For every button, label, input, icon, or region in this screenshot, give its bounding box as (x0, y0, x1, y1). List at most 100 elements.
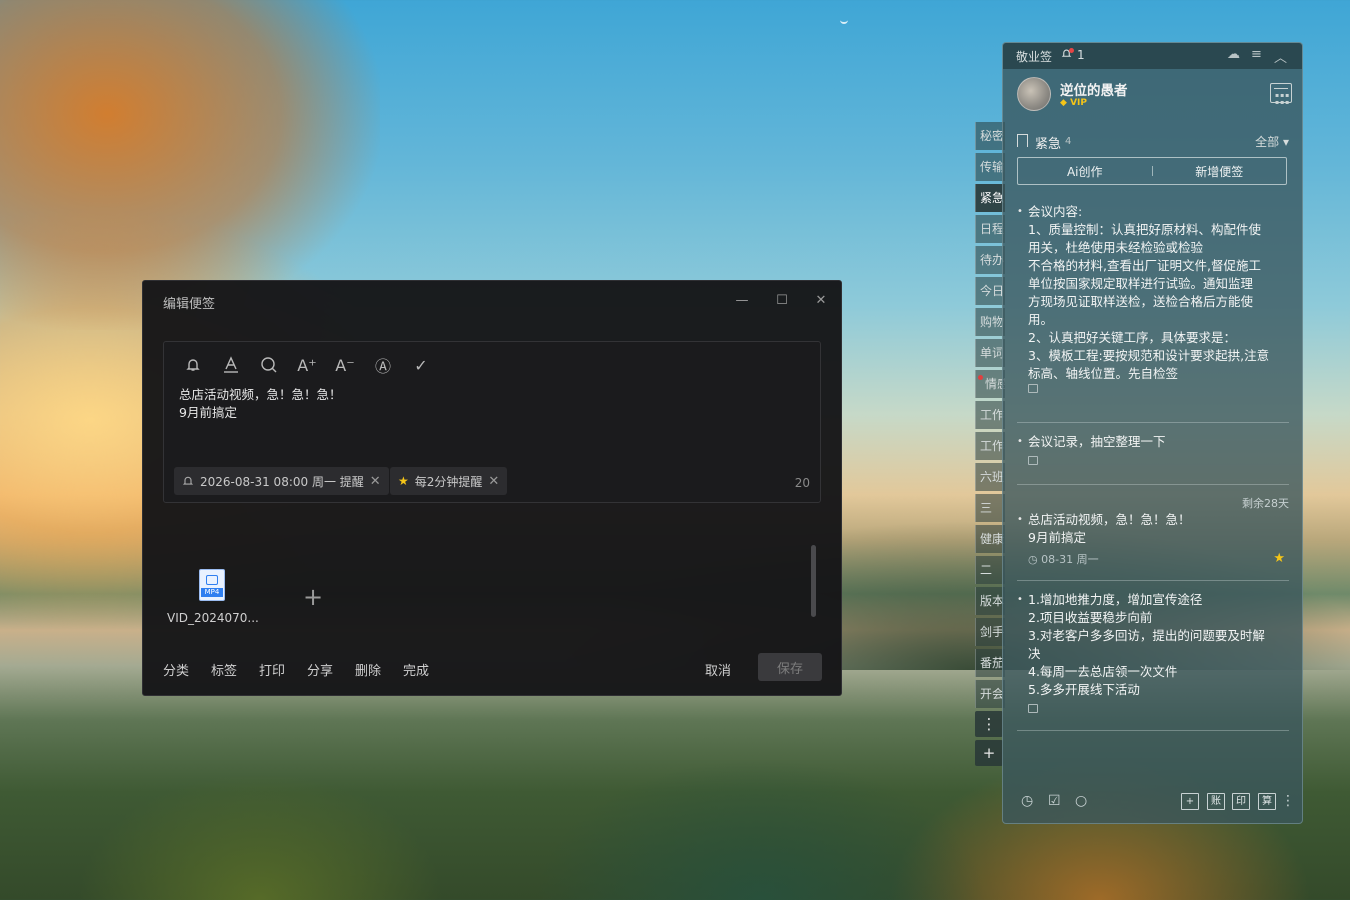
note-meta (1017, 383, 1289, 401)
attachment-icon (1028, 704, 1038, 713)
remove-reminder-icon[interactable]: ✕ (370, 474, 381, 489)
list-item[interactable]: 会议记录，抽空整理一下 (1017, 423, 1289, 485)
maximize-button[interactable]: ☐ (769, 287, 795, 313)
diamond-icon: ◆ (1060, 98, 1067, 108)
complete-button[interactable]: 完成 (403, 660, 429, 679)
minimize-button[interactable]: — (729, 287, 755, 313)
list-item[interactable]: 会议内容: 1、质量控制：认真把好原材料、构配件使 用关，杜绝使用未经检验或检验… (1017, 203, 1289, 423)
notification-indicator[interactable]: 1 (1061, 48, 1085, 62)
print-button[interactable]: 打印 (259, 660, 285, 679)
collapse-chevron-icon[interactable]: ︿ (1274, 47, 1287, 66)
cancel-button[interactable]: 取消 (705, 660, 731, 679)
list-item[interactable]: 1.增加地推力度，增加宣传途径 2.项目收益要稳步向前 3.对老客户多多回访，提… (1017, 581, 1289, 731)
avatar[interactable] (1017, 77, 1051, 111)
tab-schedule[interactable]: 日程 (975, 215, 1005, 243)
menu-icon[interactable]: ≡ (1251, 47, 1262, 62)
share-button[interactable]: 分享 (307, 660, 333, 679)
new-note-button[interactable]: 新增便签 (1153, 163, 1287, 180)
search-icon[interactable] (258, 354, 280, 376)
clock-icon[interactable]: ◷ (1021, 793, 1033, 809)
font-size-up-icon[interactable]: A⁺ (296, 354, 318, 376)
note-text: 会议记录，抽空整理一下 (1017, 433, 1289, 451)
note-text: 会议内容: 1、质量控制：认真把好原材料、构配件使 用关，杜绝使用未经检验或检验… (1017, 203, 1289, 379)
more-vertical-icon[interactable]: ⋮ (1281, 793, 1295, 809)
note-meta: ◷ 08-31 周一 ★ (1017, 551, 1289, 569)
tab-two[interactable]: 二 (975, 556, 1005, 584)
panel-topbar[interactable]: 敬业签 1 ☁ ≡ ︿ (1003, 43, 1302, 69)
moon (840, 16, 848, 24)
tab-class-six[interactable]: 六班 (975, 463, 1005, 491)
list-item[interactable]: 剩余28天 总店活动视频，急！急！急！ 9月前搞定 ◷ 08-31 周一 ★ (1017, 485, 1289, 581)
calendar-icon[interactable]: ▪▪▪ ▪▪▪ (1270, 83, 1292, 106)
add-attachment-button[interactable]: + (303, 583, 323, 611)
char-count: 20 (794, 476, 810, 490)
tab-emotion[interactable]: 情感 (975, 370, 1005, 398)
note-line: 4.每周一去总店领一次文件 (1028, 664, 1178, 679)
star-icon[interactable]: ★ (1273, 551, 1285, 566)
tab-three[interactable]: 三 (975, 494, 1005, 522)
cloud-sync-icon[interactable]: ☁ (1227, 47, 1240, 62)
tab-health[interactable]: 健康 (975, 525, 1005, 553)
tab-version[interactable]: 版本 (975, 587, 1005, 615)
tab-meeting[interactable]: 开会 (975, 680, 1005, 708)
note-line: 总店活动视频，急！急！急！ (1028, 512, 1191, 527)
category-count: 4 (1065, 136, 1072, 147)
app-name: 敬业签 (1016, 50, 1053, 64)
tab-sword[interactable]: 剑手 (975, 618, 1005, 646)
note-line: 1、质量控制：认真把好原材料、构配件使 (1028, 222, 1261, 237)
tab-work-1[interactable]: 工作 (975, 401, 1005, 429)
tab-urgent[interactable]: 紧急 (975, 184, 1005, 212)
notification-count: 1 (1077, 48, 1085, 62)
close-button[interactable]: ✕ (808, 287, 834, 313)
add-box-button[interactable]: + (1181, 793, 1199, 810)
font-color-icon[interactable] (220, 354, 242, 376)
note-line: 不合格的材料,查看出厂证明文件,督促施工 (1028, 258, 1261, 273)
note-content-line: 总店活动视频，急！急！急！ (179, 387, 342, 402)
tab-work-2[interactable]: 工作 (975, 432, 1005, 460)
unread-dot (978, 375, 983, 380)
edit-note-dialog: 编辑便签 — ☐ ✕ A⁺ A⁻ Ⓐ ✓ 总店活动视频，急！急！急！ 9月前搞定… (142, 280, 842, 696)
note-line: 2、认真把好关键工序，具体要求是： (1028, 330, 1236, 345)
filter-dropdown[interactable]: 全部 ▾ (1255, 133, 1289, 150)
ledger-button[interactable]: 账 (1207, 793, 1225, 810)
note-line: 3.对老客户多多回访，提出的问题要及时解 (1028, 628, 1265, 643)
remove-repeat-icon[interactable]: ✕ (488, 474, 499, 489)
note-editor[interactable]: A⁺ A⁻ Ⓐ ✓ 总店活动视频，急！急！急！ 9月前搞定 2026-08-31… (163, 341, 821, 503)
tab-today[interactable]: 今日 (975, 277, 1005, 305)
tab-words[interactable]: 单词 (975, 339, 1005, 367)
repeat-reminder-chip[interactable]: ★ 每2分钟提醒 ✕ (390, 467, 508, 495)
tags-button[interactable]: 标签 (211, 660, 237, 679)
check-icon[interactable]: ✓ (410, 354, 432, 376)
tab-shopping[interactable]: 购物 (975, 308, 1005, 336)
more-tabs-button[interactable]: ⋮ (975, 711, 1003, 737)
delete-button[interactable]: 删除 (355, 660, 381, 679)
scrollbar[interactable] (811, 545, 816, 617)
tab-transfer[interactable]: 传输 (975, 153, 1005, 181)
reminder-chip[interactable]: 2026-08-31 08:00 周一 提醒 ✕ (174, 467, 389, 495)
ai-create-button[interactable]: Ai创作 (1018, 163, 1152, 180)
reminder-bell-icon[interactable] (182, 354, 204, 376)
note-line: 标高、轴线位置。先自检签 (1028, 366, 1179, 379)
attachment-item[interactable]: MP4 VID_2024070... (167, 569, 259, 625)
note-content[interactable]: 总店活动视频，急！急！急！ 9月前搞定 (179, 386, 342, 422)
tab-todo[interactable]: 待办 (975, 246, 1005, 274)
tab-tomato[interactable]: 番茄 (975, 649, 1005, 677)
note-line: 会议内容: (1028, 204, 1083, 219)
text-style-icon[interactable]: Ⓐ (372, 354, 394, 376)
note-line: 2.项目收益要稳步向前 (1028, 610, 1153, 625)
user-profile[interactable]: 逆位的愚者 ◆ VIP ▪▪▪ ▪▪▪ (1017, 77, 1292, 113)
user-name: 逆位的愚者 (1060, 83, 1128, 99)
attachment-icon (1028, 384, 1038, 393)
star-icon: ★ (398, 474, 409, 488)
print-box-button[interactable]: 印 (1232, 793, 1250, 810)
checklist-icon[interactable]: ☑ (1048, 793, 1061, 809)
add-tab-button[interactable]: + (975, 740, 1003, 766)
search-icon[interactable]: ○ (1075, 793, 1087, 809)
font-size-down-icon[interactable]: A⁻ (334, 354, 356, 376)
tab-secret[interactable]: 秘密 (975, 122, 1005, 150)
file-type-label: MP4 (201, 588, 223, 597)
note-line: 决 (1028, 646, 1041, 661)
category-button[interactable]: 分类 (163, 660, 189, 679)
calculator-button[interactable]: 算 (1258, 793, 1276, 810)
save-button[interactable]: 保存 (758, 653, 822, 681)
